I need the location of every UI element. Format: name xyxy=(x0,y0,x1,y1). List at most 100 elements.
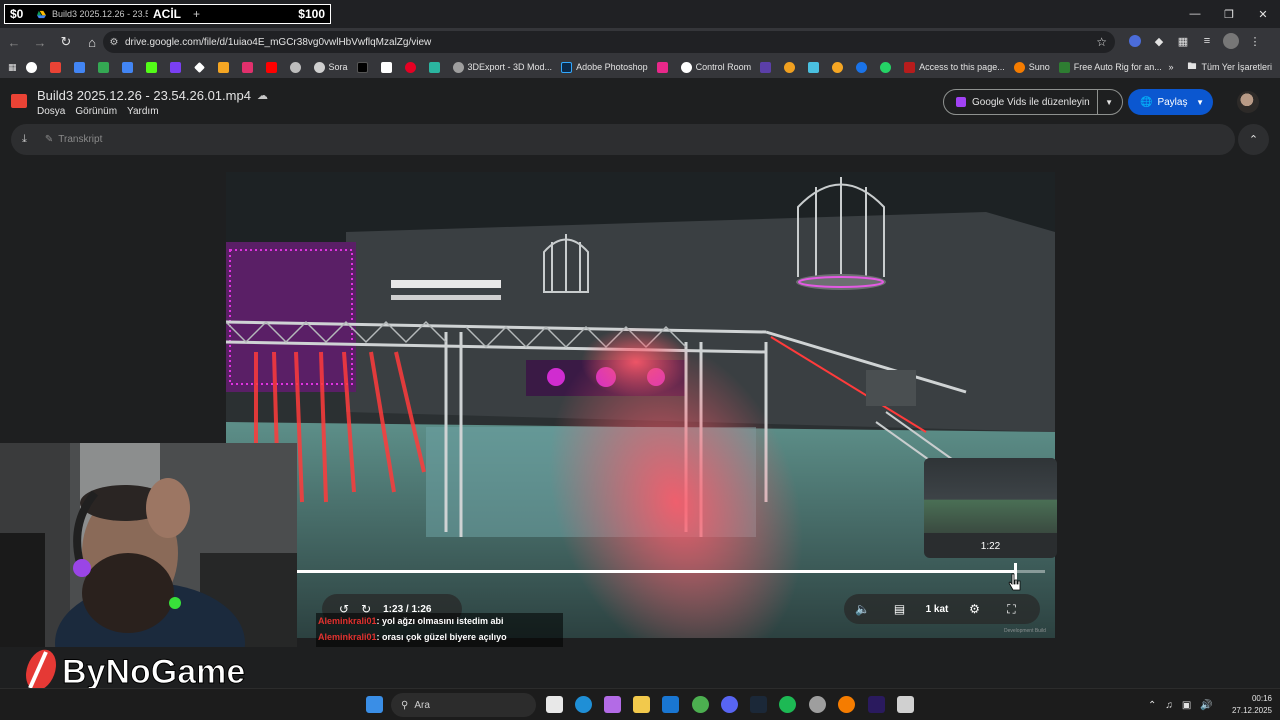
chrome-icon[interactable] xyxy=(692,696,709,713)
restore-icon[interactable]: ❐ xyxy=(1212,0,1246,28)
playback-speed[interactable]: 1 kat xyxy=(918,604,956,615)
bookmark-chatgpt[interactable] xyxy=(289,57,305,77)
new-tab-button[interactable]: + xyxy=(193,7,200,21)
file-title: Build3 2025.12.26 - 23.54.26.01.mp4 ☁ xyxy=(37,88,268,103)
more-bookmarks-icon[interactable]: » xyxy=(1168,62,1173,72)
fullscreen-icon[interactable]: ⛶ xyxy=(993,602,1030,617)
menu-yardim[interactable]: Yardım xyxy=(127,106,159,117)
reading-list-icon[interactable]: ≡ xyxy=(1198,32,1216,50)
bookmark-photos[interactable] xyxy=(73,57,89,77)
bookmark-auto-rig[interactable]: Free Auto Rig for an... xyxy=(1058,57,1162,77)
snipping-tool-icon[interactable] xyxy=(897,696,914,713)
obs-icon[interactable] xyxy=(809,696,826,713)
bookmark-instagram[interactable] xyxy=(241,57,257,77)
chevron-up-icon[interactable]: ⌃ xyxy=(1148,700,1156,711)
browser-tab-active[interactable]: Build3 2025.12.26 - 23.54.26.01.mp4 xyxy=(31,5,151,23)
reload-icon[interactable]: ↻ xyxy=(54,30,78,54)
bookmark-access[interactable]: Access to this page... xyxy=(904,57,1005,77)
bookmark-sora[interactable]: Sora xyxy=(313,57,348,77)
captions-icon[interactable]: ▤ xyxy=(881,602,918,616)
bookmark-ring[interactable] xyxy=(784,57,799,77)
player-settings-controls: 🔈 ▤ 1 kat ⚙ ⛶ xyxy=(844,594,1040,624)
premiere-icon[interactable] xyxy=(868,696,885,713)
cloud-saved-icon[interactable]: ☁ xyxy=(257,89,268,102)
bookmark-star-icon[interactable]: ☆ xyxy=(1096,35,1107,49)
bookmark-drive[interactable] xyxy=(97,57,113,77)
apps-grid-icon[interactable]: ▦ xyxy=(8,57,17,77)
puzzle-extensions-icon[interactable]: ▦ xyxy=(1174,32,1192,50)
bookmark-blue-circle[interactable] xyxy=(856,57,871,77)
transcript-button[interactable]: ✎ Transkript xyxy=(45,134,102,145)
bookmark-pinterest[interactable] xyxy=(404,57,420,77)
taskbar-search[interactable]: ⚲ Ara xyxy=(391,693,536,717)
bookmark-c[interactable] xyxy=(380,57,396,77)
bookmark-youtube[interactable] xyxy=(265,57,281,77)
bookmark-suno[interactable]: Suno xyxy=(1013,57,1050,77)
speaker-icon[interactable]: 🔊 xyxy=(1200,700,1212,711)
bookmark-triangle[interactable] xyxy=(808,57,823,77)
gear-icon[interactable]: ⚙ xyxy=(956,602,993,616)
microphone-icon[interactable]: ♫ xyxy=(1165,700,1173,711)
steam-icon[interactable] xyxy=(750,696,767,713)
bookmark-control-room[interactable]: Control Room xyxy=(680,57,751,77)
chevron-down-icon[interactable]: ▼ xyxy=(1196,98,1204,107)
video-player[interactable] xyxy=(226,172,1055,638)
kebab-menu-icon[interactable]: ⋮ xyxy=(1246,32,1264,50)
task-view-icon[interactable] xyxy=(546,696,563,713)
google-vids-button[interactable]: Google Vids ile düzenleyin ▼ xyxy=(943,89,1123,115)
bookmark-whatsapp[interactable] xyxy=(880,57,895,77)
home-icon[interactable]: ⌂ xyxy=(80,30,104,54)
all-bookmarks-button[interactable]: 🖿 Tüm Yer İşaretleri xyxy=(1187,59,1272,75)
bookmark-violet[interactable] xyxy=(760,57,775,77)
address-row: ← → ↻ ⌂ ⚙ drive.google.com/file/d/1uiao4… xyxy=(0,28,1280,56)
blender-icon[interactable] xyxy=(838,696,855,713)
forward-icon[interactable]: → xyxy=(28,30,52,54)
minimize-icon[interactable]: — xyxy=(1178,0,1212,28)
profile-avatar[interactable] xyxy=(1222,32,1240,50)
spotify-icon[interactable] xyxy=(779,696,796,713)
windows-taskbar: ⚲ Ara ⌃ ♫ ▣ 🔊 00:16 27.12.2025 xyxy=(0,688,1280,720)
extensions-area: ◆ ▦ ≡ ⋮ xyxy=(1126,32,1264,50)
taskbar-clock[interactable]: 00:16 27.12.2025 xyxy=(1222,693,1272,717)
copilot-icon[interactable] xyxy=(604,696,621,713)
url-text: drive.google.com/file/d/1uiao4E_mGCr38vg… xyxy=(125,36,432,48)
volume-icon[interactable]: 🔈 xyxy=(844,602,881,616)
window-controls: — ❐ ✕ xyxy=(1178,0,1280,28)
file-menu: Dosya Görünüm Yardım xyxy=(37,106,159,117)
windows-start-icon[interactable] xyxy=(366,696,383,713)
bookmark-x[interactable] xyxy=(356,57,372,77)
chevron-up-icon[interactable]: ⌃ xyxy=(1238,124,1269,155)
close-icon[interactable]: ✕ xyxy=(1246,0,1280,28)
menu-gorunum[interactable]: Görünüm xyxy=(75,106,117,117)
bookmark-behance[interactable] xyxy=(656,57,672,77)
address-bar[interactable]: ⚙ drive.google.com/file/d/1uiao4E_mGCr38… xyxy=(103,31,1115,53)
download-icon[interactable]: ⤓ xyxy=(22,133,27,146)
chevron-down-icon[interactable]: ▼ xyxy=(1105,98,1113,107)
bookmark-3dexport[interactable]: 3DExport - 3D Mod... xyxy=(452,57,552,77)
outlook-icon[interactable] xyxy=(662,696,679,713)
gem-extension-icon[interactable]: ◆ xyxy=(1150,32,1168,50)
site-info-icon[interactable]: ⚙ xyxy=(103,37,125,48)
bookmark-photoshop[interactable]: Adobe Photoshop xyxy=(561,57,648,77)
bookmark-diamond[interactable] xyxy=(193,57,209,77)
bynogame-logo-mark: ByNoGame xyxy=(26,649,246,692)
bookmark-orange[interactable] xyxy=(217,57,233,77)
bookmark-teal[interactable] xyxy=(428,57,444,77)
bookmarks-bar: ▦ Sora 3DExport - 3D Mod... Adobe Photos… xyxy=(0,56,1280,78)
video-progress-bar[interactable] xyxy=(296,563,1045,580)
display-icon[interactable]: ▣ xyxy=(1182,700,1191,711)
bookmark-gmail[interactable] xyxy=(49,57,65,77)
menu-dosya[interactable]: Dosya xyxy=(37,106,65,117)
bookmark-google[interactable] xyxy=(25,57,41,77)
file-explorer-icon[interactable] xyxy=(633,696,650,713)
bookmark-docs[interactable] xyxy=(121,57,137,77)
share-button[interactable]: 🌐 Paylaş ▼ xyxy=(1128,89,1213,115)
extension-icon[interactable] xyxy=(1126,32,1144,50)
bookmark-purple[interactable] xyxy=(169,57,185,77)
avatar[interactable] xyxy=(1237,91,1259,113)
discord-icon[interactable] xyxy=(721,696,738,713)
back-icon[interactable]: ← xyxy=(2,30,26,54)
edge-icon[interactable] xyxy=(575,696,592,713)
bookmark-runner[interactable] xyxy=(832,57,847,77)
bookmark-kick[interactable] xyxy=(145,57,161,77)
